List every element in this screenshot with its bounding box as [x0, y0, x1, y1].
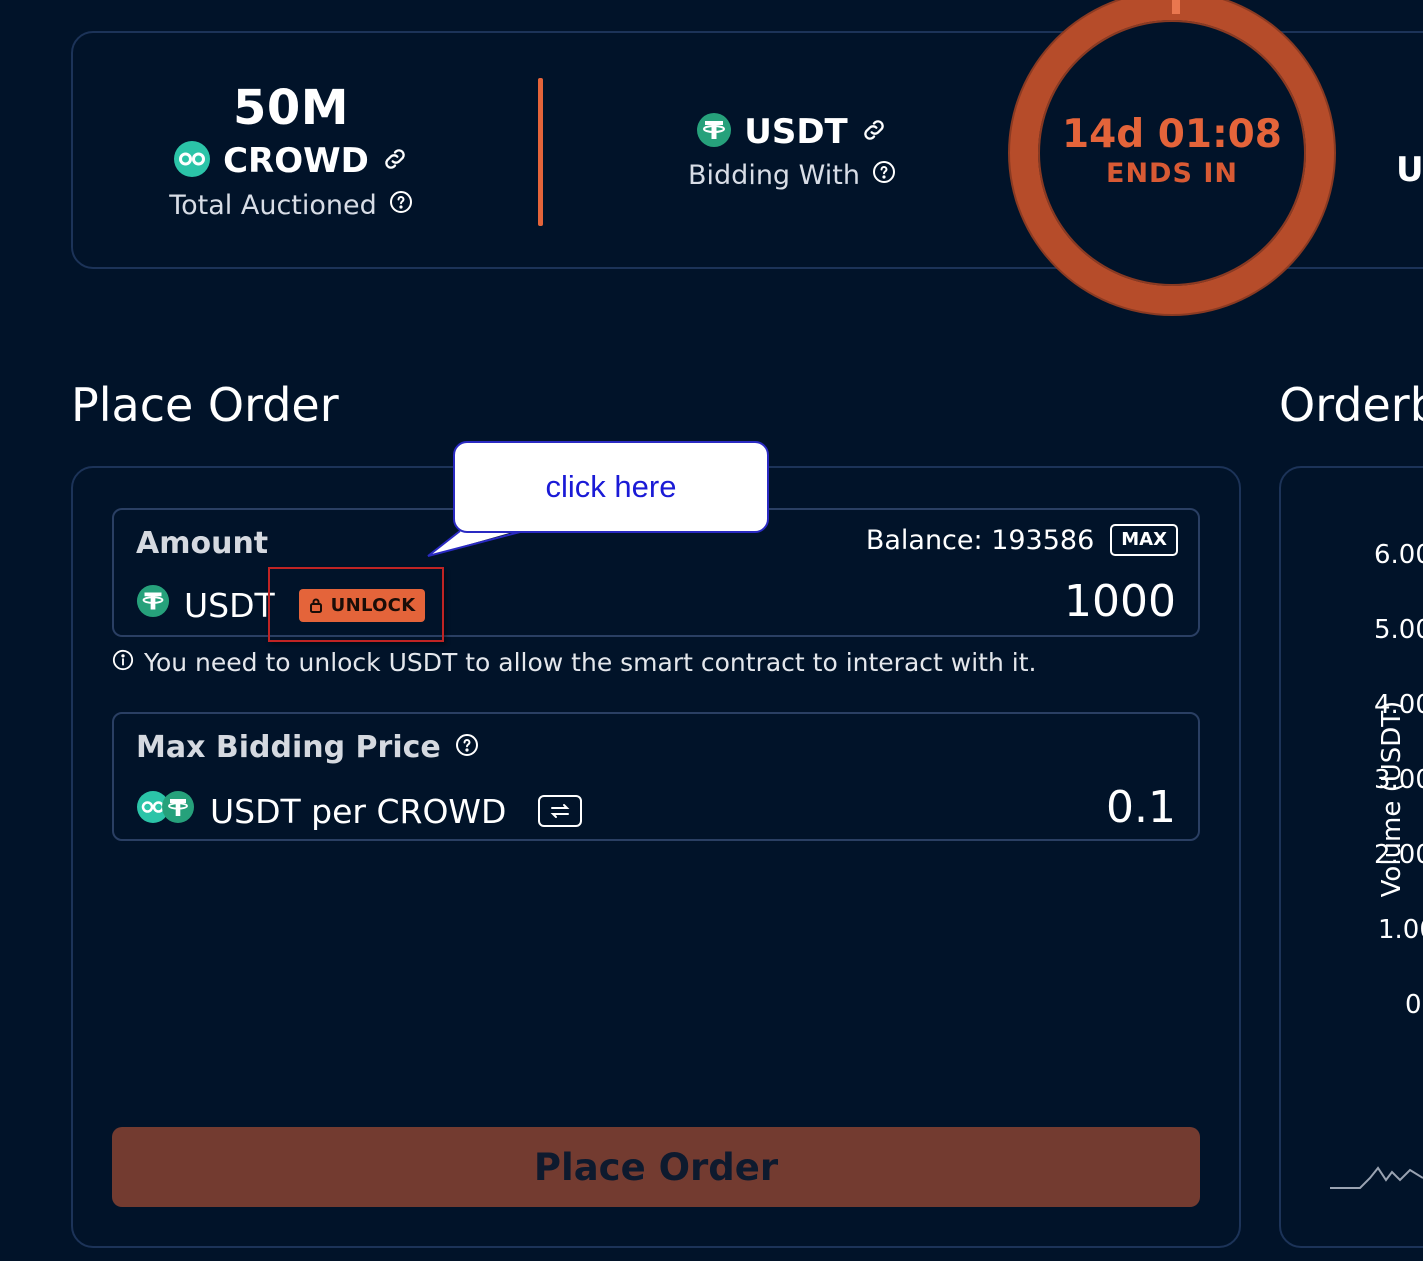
click-here-callout: click here — [453, 441, 769, 533]
next-stat-partial: U — [1396, 150, 1423, 190]
swap-pair-button[interactable] — [538, 795, 583, 827]
countdown-timer: 14d 01:08 ENDS IN — [1010, 112, 1334, 189]
amount-input[interactable]: 1000 — [1064, 576, 1176, 627]
unlock-hint-text: You need to unlock USDT to allow the sma… — [144, 648, 1037, 677]
amount-label: Amount — [136, 526, 269, 561]
info-icon — [112, 648, 134, 677]
y-tick-label: 1.00 — [1378, 915, 1423, 945]
balance-row: Balance: 193586 MAX — [866, 524, 1178, 556]
total-amount: 50M — [232, 80, 350, 136]
y-tick-label: 0 — [1405, 990, 1422, 1020]
auction-page: 50M CROWD Total Auctioned USDT Bidding W… — [0, 0, 1423, 1261]
unlock-highlight-box — [268, 567, 444, 642]
bidding-token-name: USDT — [744, 112, 848, 152]
y-tick-label: 6.00 — [1374, 540, 1423, 570]
countdown-progress-marker — [1172, 0, 1180, 14]
total-auctioned-stat: 50M CROWD Total Auctioned — [71, 78, 511, 221]
token-pair-icon — [136, 790, 196, 832]
usdt-token-icon — [136, 584, 170, 626]
bidding-with-stat: USDT Bidding With — [632, 110, 952, 191]
orderbook-title: Orderb — [1279, 378, 1423, 432]
y-tick-label: 5.00 — [1374, 615, 1423, 645]
place-order-title: Place Order — [71, 378, 339, 432]
price-pair-name: USDT per CROWD — [210, 791, 507, 831]
price-pair: USDT per CROWD — [136, 790, 583, 832]
total-auctioned-label: Total Auctioned — [169, 190, 377, 221]
place-order-button[interactable]: Place Order — [112, 1127, 1200, 1207]
y-tick-label: 2.00 — [1374, 840, 1423, 870]
amount-token-name: USDT — [184, 585, 275, 625]
max-bidding-price-field[interactable]: Max Bidding Price USDT per CROWD 0.1 — [112, 712, 1200, 841]
help-icon[interactable] — [455, 730, 479, 765]
link-icon[interactable] — [381, 145, 409, 177]
price-input[interactable]: 0.1 — [1106, 782, 1176, 833]
link-icon[interactable] — [860, 116, 888, 148]
max-button[interactable]: MAX — [1110, 524, 1178, 556]
countdown-label: ENDS IN — [1106, 158, 1238, 189]
stat-divider — [538, 78, 543, 226]
orderbook-chart-line — [1330, 1166, 1423, 1189]
usdt-token-icon — [696, 112, 732, 152]
y-tick-label: 4.00 — [1374, 690, 1423, 720]
help-icon[interactable] — [389, 190, 413, 221]
countdown-value: 14d 01:08 — [1062, 112, 1282, 157]
crowd-token-icon — [173, 140, 211, 182]
balance-text: Balance: 193586 — [865, 524, 1095, 556]
help-icon[interactable] — [872, 160, 896, 191]
crowd-token-name: CROWD — [223, 141, 369, 181]
swap-icon — [551, 804, 570, 818]
unlock-hint: You need to unlock USDT to allow the sma… — [112, 648, 1036, 677]
max-bidding-price-label-row: Max Bidding Price — [136, 730, 479, 765]
bidding-with-label: Bidding With — [688, 160, 860, 191]
max-bidding-price-label: Max Bidding Price — [136, 730, 441, 765]
y-tick-label: 3.00 — [1374, 765, 1423, 795]
